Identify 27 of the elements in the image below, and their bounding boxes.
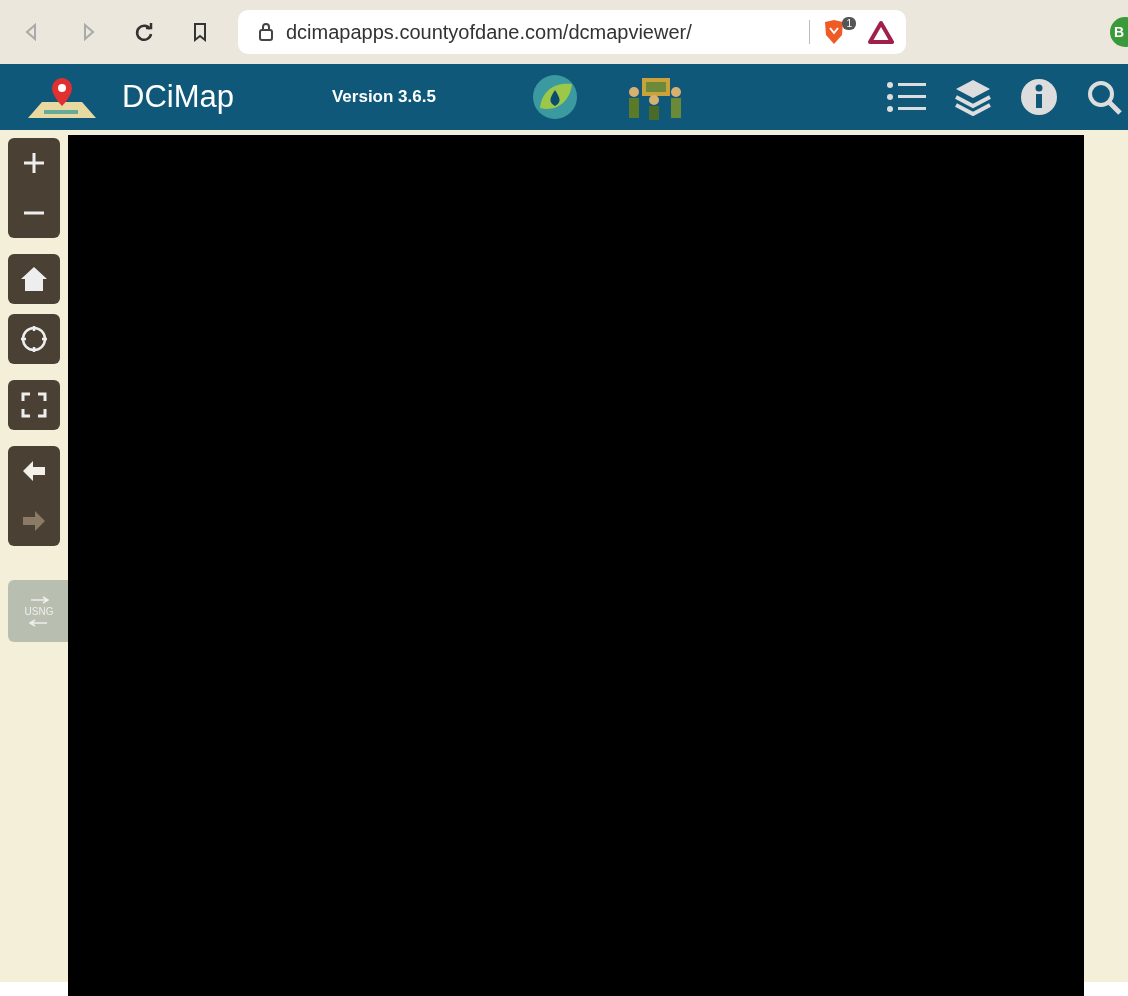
shields-button[interactable]: 1 — [822, 17, 856, 47]
shield-count-badge: 1 — [842, 17, 856, 30]
home-icon — [20, 265, 48, 293]
left-arrow-icon — [29, 618, 49, 627]
search-button[interactable] — [1086, 79, 1122, 115]
plus-icon — [22, 151, 46, 175]
address-bar[interactable]: dcimapapps.countyofdane.com/dcmapviewer/ 1 — [238, 10, 906, 54]
info-button[interactable] — [1020, 78, 1058, 116]
legend-list-button[interactable] — [886, 79, 926, 115]
info-icon — [1020, 78, 1058, 116]
crosshair-icon — [20, 325, 48, 353]
profile-avatar[interactable]: B — [1110, 17, 1128, 47]
water-leaf-app-button[interactable] — [531, 74, 578, 120]
version-label: Version 3.6.5 — [331, 87, 436, 107]
app-title: DCiMap — [122, 79, 234, 115]
arrow-icon — [21, 509, 47, 533]
leaf-droplet-icon — [531, 74, 578, 120]
url-text: dcimapapps.countyofdane.com/dcmapviewer/ — [286, 20, 693, 44]
expand-corners-icon — [21, 392, 47, 418]
layers-icon — [954, 78, 992, 116]
triangle-icon[interactable] — [868, 20, 894, 44]
search-icon — [1086, 79, 1122, 115]
list-icon — [886, 79, 926, 115]
arrow-icon — [21, 459, 47, 483]
right-arrow-icon — [29, 595, 49, 604]
lock-icon — [258, 23, 274, 41]
layers-button[interactable] — [954, 78, 992, 116]
